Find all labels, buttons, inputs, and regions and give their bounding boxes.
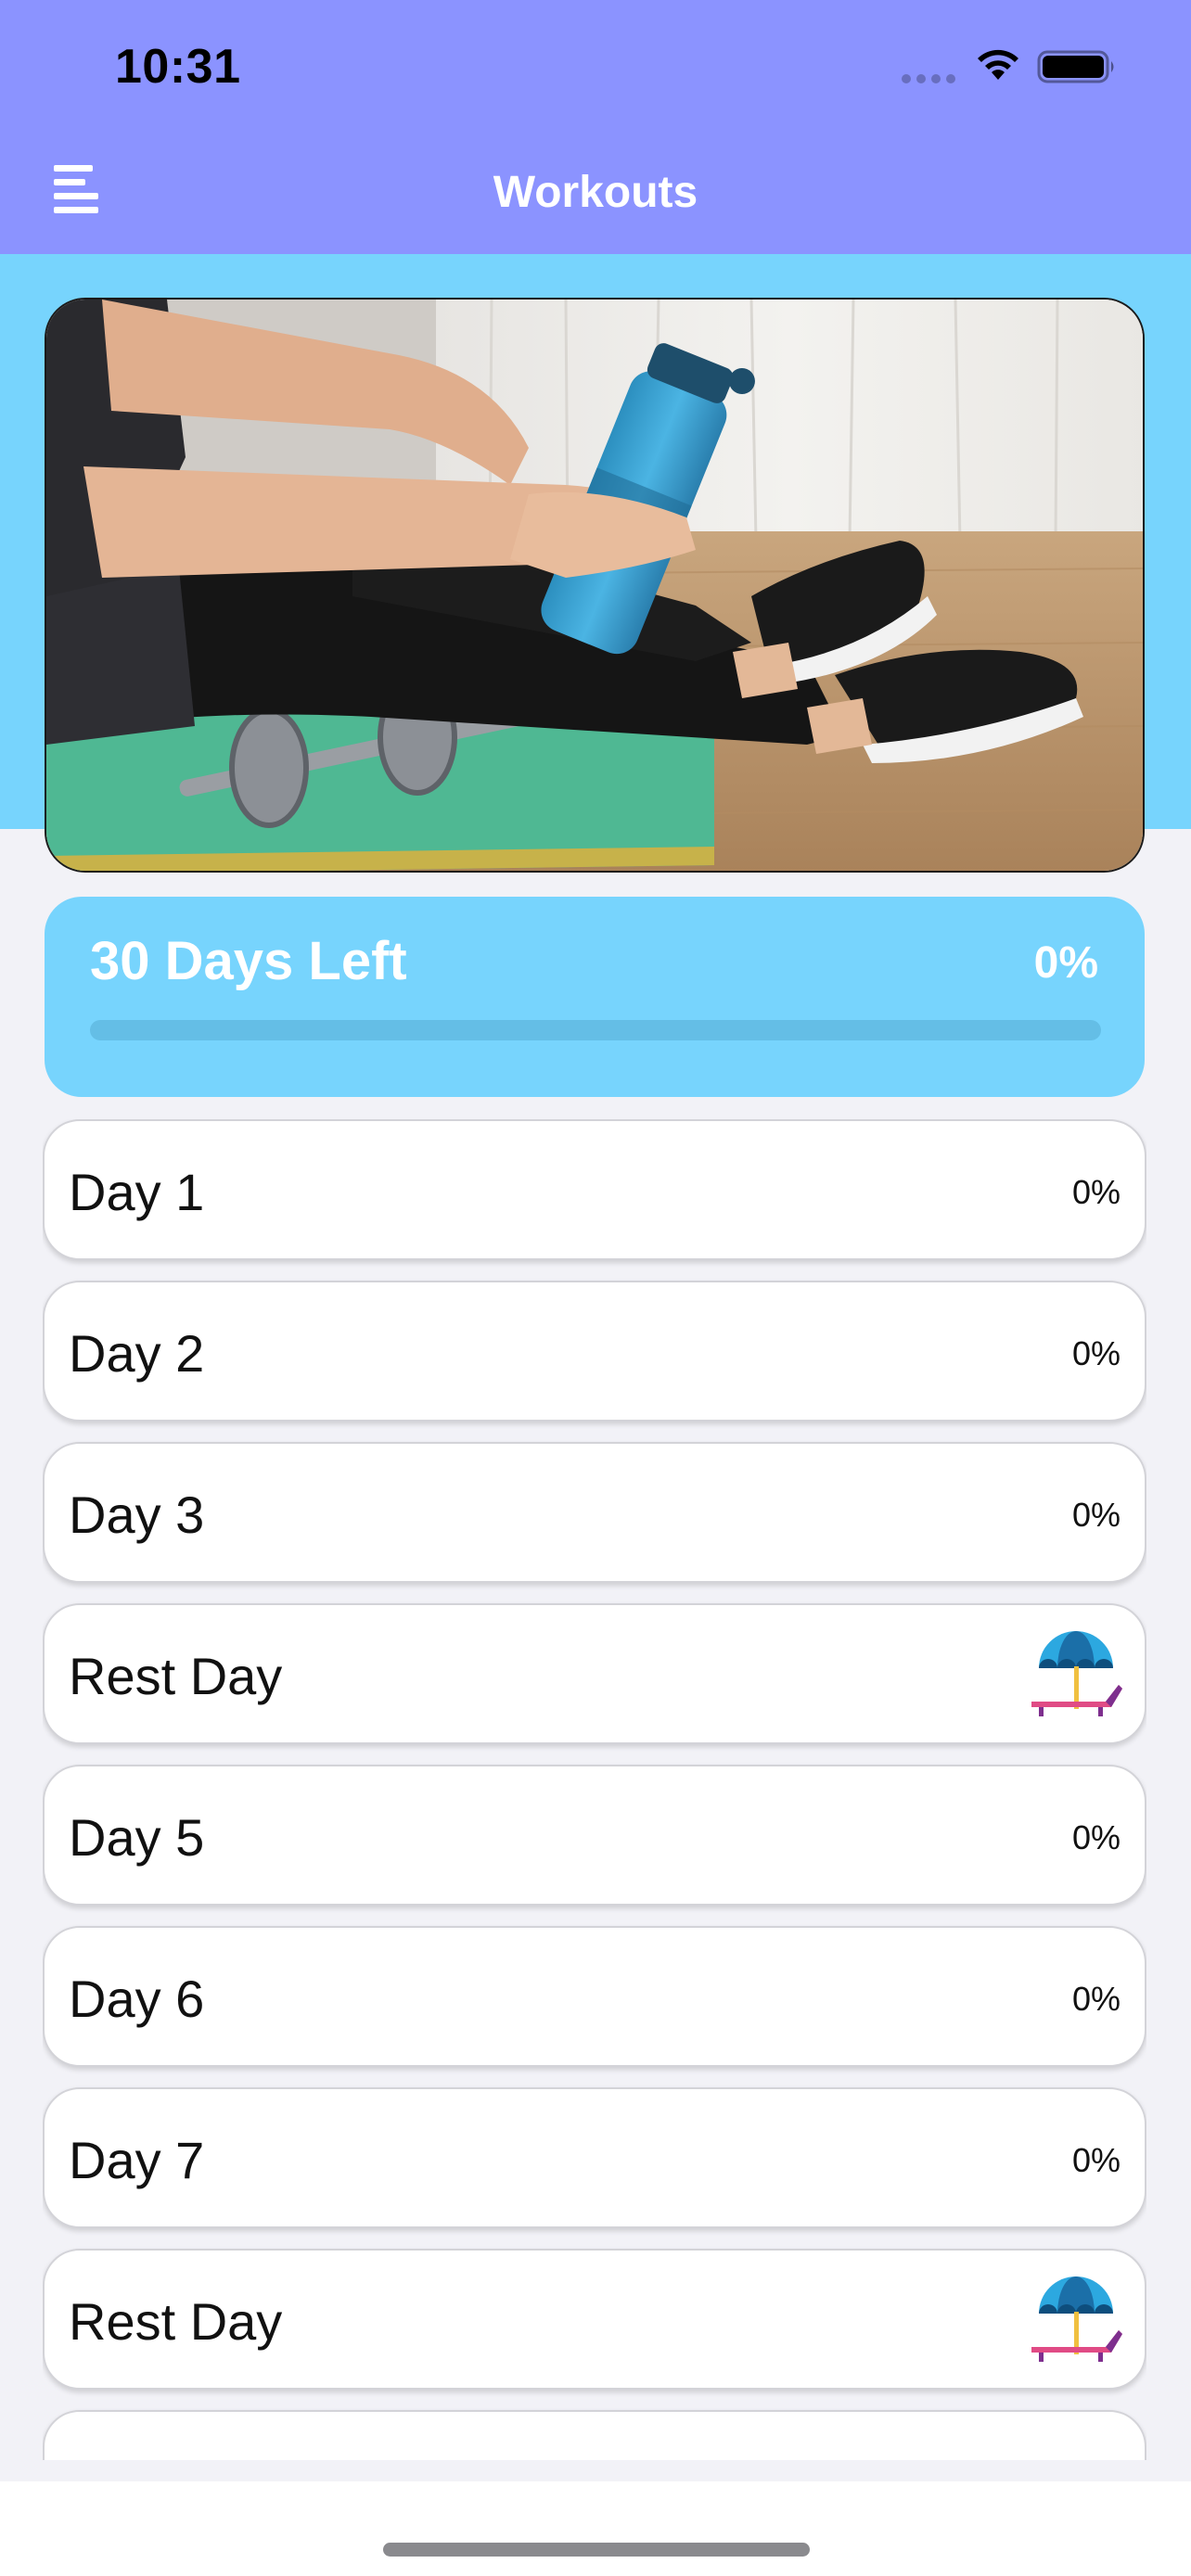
beach-umbrella-lounger-icon [1031, 1631, 1122, 1716]
day-percent: 0% [1071, 1496, 1121, 1534]
list-item-rest-day[interactable]: Rest Day [43, 2249, 1146, 2390]
list-item-day-3[interactable]: Day 3 0% [43, 1442, 1146, 1583]
list-item-day-7[interactable]: Day 7 0% [43, 2087, 1146, 2228]
list-item-rest-day[interactable]: Rest Day [43, 1603, 1146, 1744]
day-label: Day 7 [69, 2131, 205, 2189]
list-item-day-2[interactable]: Day 2 0% [43, 1281, 1146, 1422]
beach-umbrella-lounger-icon [1031, 2276, 1122, 2362]
day-label: Day 2 [69, 1324, 205, 1383]
day-percent: 0% [1071, 1980, 1121, 2018]
bottom-safe-area [0, 2481, 1191, 2576]
progress-card: 30 Days Left 0% [45, 897, 1145, 1097]
day-percent: 0% [1071, 1334, 1121, 1372]
day-label: Day 6 [69, 1970, 205, 2028]
hero-image [45, 298, 1145, 873]
list-item-day-1[interactable]: Day 1 0% [43, 1119, 1146, 1260]
day-label: Day 3 [69, 1486, 205, 1544]
day-percent: 0% [1071, 1173, 1121, 1211]
day-percent: 0% [1071, 1818, 1121, 1856]
status-time: 10:31 [115, 40, 241, 94]
page-title: Workouts [493, 168, 698, 217]
days-left-label: 30 Days Left [90, 931, 407, 991]
day-label: Day 1 [69, 1163, 205, 1221]
list-item-day-6[interactable]: Day 6 0% [43, 1926, 1146, 2067]
battery-icon [1037, 50, 1114, 83]
cellular-signal-icon [902, 74, 955, 83]
day-label: Day 5 [69, 1808, 205, 1867]
day-list: Day 1 0% Day 2 0% Day 3 0% Rest Day Day … [43, 1119, 1146, 2460]
day-label: Rest Day [69, 2292, 283, 2351]
list-item[interactable] [43, 2410, 1146, 2460]
overall-progress-percent: 0% [1033, 938, 1098, 988]
wifi-icon [978, 49, 1018, 80]
home-indicator[interactable] [383, 2543, 810, 2557]
day-percent: 0% [1071, 2141, 1121, 2179]
top-bar: 10:31 Workouts [0, 0, 1191, 254]
day-label: Rest Day [69, 1647, 283, 1705]
list-item-day-5[interactable]: Day 5 0% [43, 1765, 1146, 1906]
progress-bar [90, 1020, 1101, 1040]
